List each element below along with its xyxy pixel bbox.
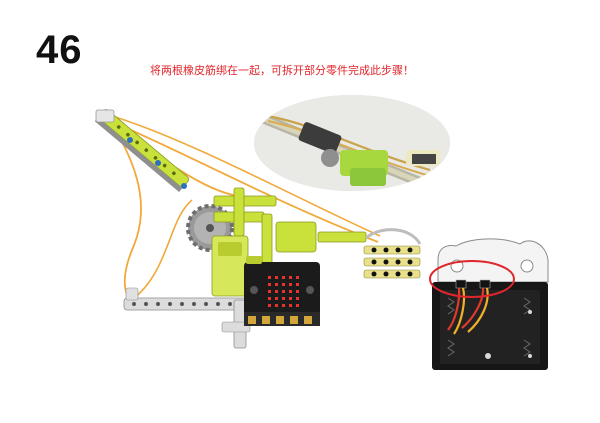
gripper — [363, 228, 422, 279]
battery-box-wiring — [429, 238, 549, 370]
rubber-band-closeup-photo — [254, 95, 450, 191]
microbit-board — [244, 256, 320, 326]
base-beam — [123, 287, 251, 349]
illustration-canvas — [94, 95, 549, 370]
